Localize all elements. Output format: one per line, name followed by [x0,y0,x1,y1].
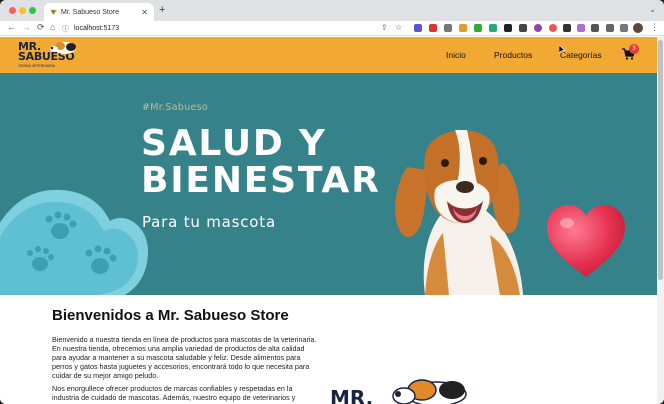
site-header: MR. SABUESO TIENDA VETERINARIA Inicio Pr… [0,37,657,73]
reload-icon[interactable]: ⟳ [37,22,45,33]
beagle-dog-image [395,130,523,295]
browser-toolbar: ← → ⟳ ⌂ ⓘ localhost:5173 ⇪ ☆ ⋮ [0,21,664,36]
beagle-logo-icon [50,42,76,54]
extension-6-icon[interactable] [489,24,497,32]
tab-mr-sabueso-store[interactable]: Mr. Sabueso Store ✕ [44,3,154,21]
logo-tagline: TIENDA VETERINARIA [18,64,55,68]
intro-paragraph-1: Bienvenido a nuestra tienda en línea de … [52,335,332,380]
hero-banner: #Mr.Sabueso SALUD Y BIENESTAR Para tu ma… [0,73,657,295]
extension-9-icon[interactable] [534,24,542,32]
cart-count-badge: 3 [629,44,639,54]
tab-search-icon[interactable]: ⌄ [649,5,656,14]
hero-headline: SALUD Y BIENESTAR [141,125,381,199]
mouse-cursor-icon [559,45,566,54]
intro-paragraph-2-line: Nos enorgullece ofrecer productos de mar… [52,384,293,393]
extension-8-icon[interactable] [519,24,527,32]
download-icon[interactable] [606,24,614,32]
bookmark-star-icon[interactable]: ☆ [395,23,402,33]
extension-1-icon[interactable] [414,24,422,32]
new-tab-button[interactable]: + [159,4,165,16]
heart-decoration-icon [547,205,625,277]
extension-4-icon[interactable] [459,24,467,32]
page-scrollbar-thumb[interactable] [658,40,663,280]
intro-paragraph-2-line: industria de cuidado de mascotas. Además… [52,393,296,402]
intro-logo-image: MR. [330,374,480,404]
site-info-icon[interactable]: ⓘ [62,24,69,34]
maximize-window-button[interactable] [29,7,36,14]
web-page: MR. SABUESO TIENDA VETERINARIA Inicio Pr… [0,37,657,404]
close-window-button[interactable] [9,7,16,14]
hero-headline-line-2: BIENESTAR [141,160,381,201]
address-bar[interactable]: ⓘ localhost:5173 [62,22,414,35]
browser-menu-icon[interactable]: ⋮ [650,22,659,33]
tab-title: Mr. Sabueso Store [61,8,119,16]
extension-12-icon[interactable] [577,24,585,32]
extension-2-icon[interactable] [429,24,437,32]
back-icon[interactable]: ← [7,22,16,32]
hero-subheadline: Para tu mascota [142,213,276,231]
intro-paragraph-2: Nos enorgullece ofrecer productos de mar… [52,384,332,402]
intro-paragraph-1-line: Bienvenido a nuestra tienda en línea de … [52,335,317,344]
close-tab-icon[interactable]: ✕ [141,8,148,17]
tab-strip: Mr. Sabueso Store ✕ + ⌄ [0,0,664,21]
intro-paragraph-1-line: En nuestra tienda, ofrecemos una amplia … [52,344,305,353]
minimize-window-button[interactable] [19,7,26,14]
extension-3-icon[interactable] [444,24,452,32]
paw-toy-image [0,189,148,295]
intro-beagle-icon [392,379,467,404]
nav-categorias-link[interactable]: Categorías [560,50,602,60]
home-icon[interactable]: ⌂ [50,22,55,32]
intro-paragraph-1-line: para ayudar a mantener a su mascota salu… [52,353,301,362]
profile-avatar[interactable] [633,23,643,33]
share-icon[interactable]: ⇪ [381,23,388,33]
url-text: localhost:5173 [74,25,120,32]
extension-11-icon[interactable] [563,24,571,32]
side-panel-icon[interactable] [620,24,628,32]
nav-inicio-link[interactable]: Inicio [446,50,466,60]
intro-paragraph-1-line: cuidar de su mejor amigo peludo. [52,371,159,380]
hero-hashtag: #Mr.Sabueso [142,102,209,113]
intro-logo-text: MR. [330,386,374,404]
extension-10-icon[interactable] [549,24,557,32]
intro-title: Bienvenidos a Mr. Sabueso Store [52,307,289,324]
browser-window: Mr. Sabueso Store ✕ + ⌄ ← → ⟳ ⌂ ⓘ localh… [0,0,664,404]
site-logo[interactable]: MR. SABUESO TIENDA VETERINARIA [18,40,82,70]
hero-headline-line-1: SALUD Y [141,123,327,164]
favicon-icon [50,9,57,15]
extension-7-icon[interactable] [504,24,512,32]
nav-productos-link[interactable]: Productos [494,50,532,60]
extensions-puzzle-icon[interactable] [591,24,599,32]
extension-5-icon[interactable] [474,24,482,32]
intro-paragraph-1-line: perros y gatos hasta juguetes y accesori… [52,362,310,371]
forward-icon[interactable]: → [22,22,31,32]
